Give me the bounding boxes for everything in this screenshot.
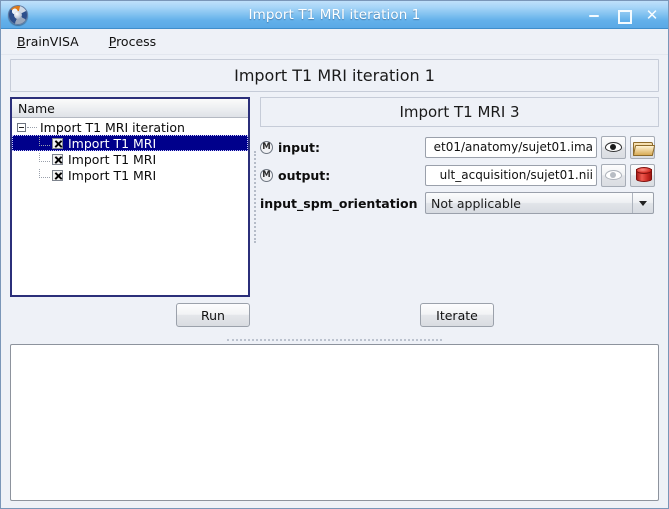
brainvisa-logo-icon [8, 4, 28, 25]
collapse-minus-icon[interactable] [17, 122, 26, 132]
horizontal-splitter[interactable] [1, 335, 668, 344]
tree-connector [27, 126, 37, 128]
parameter-row-orientation: input_spm_orientation Not applicable [260, 192, 659, 214]
minimize-icon[interactable] [587, 8, 601, 22]
checkbox-icon[interactable] [52, 169, 63, 181]
tree-column-header-name: Name [12, 99, 248, 118]
main-split-area: Name Import T1 MRI iteration Import T1 M… [1, 97, 668, 297]
splitter-grip [254, 151, 256, 243]
vertical-splitter[interactable] [250, 97, 260, 297]
view-input-button[interactable] [601, 135, 626, 159]
iteration-tree[interactable]: Name Import T1 MRI iteration Import T1 M… [10, 97, 250, 297]
orientation-select[interactable]: Not applicable [425, 192, 654, 214]
tree-item-label: Import T1 MRI [68, 135, 157, 151]
tree-connector [39, 152, 50, 162]
tree-row[interactable]: Import T1 MRI [12, 167, 248, 183]
output-field-value: ult_acquisition/sujet01.nii [439, 168, 593, 182]
window-title: Import T1 MRI iteration 1 [248, 6, 421, 23]
dropdown-button[interactable] [632, 193, 653, 213]
parameter-rows: M input: et01/anatomy/sujet01.ima M outp… [260, 127, 659, 214]
tree-root-label: Import T1 MRI iteration [40, 119, 185, 135]
maximize-icon[interactable] [616, 8, 632, 24]
application-window: Import T1 MRI iteration 1 ✕ BrainVISA Pr… [0, 0, 669, 509]
iterate-button[interactable]: Iterate [420, 303, 494, 327]
menu-label-process: rocess [116, 34, 157, 49]
checkbox-icon[interactable] [52, 137, 63, 149]
parameter-label-orientation: input_spm_orientation [260, 195, 418, 211]
header-banner: Import T1 MRI iteration 1 [10, 59, 659, 92]
tree-item-label: Import T1 MRI [68, 167, 157, 183]
log-panel[interactable] [10, 344, 659, 501]
output-field[interactable]: ult_acquisition/sujet01.nii [425, 164, 597, 186]
checkbox-icon[interactable] [52, 153, 63, 165]
mandatory-icon: M [260, 168, 273, 182]
label-text-input: input: [278, 139, 321, 155]
parameters-panel: Import T1 MRI 3 M input: et01/anatomy/su… [260, 97, 659, 297]
view-output-button[interactable] [601, 163, 626, 187]
parameter-row-input: M input: et01/anatomy/sujet01.ima [260, 135, 659, 159]
tree-row[interactable]: Import T1 MRI [12, 151, 248, 167]
chevron-down-icon [639, 200, 647, 206]
tree-row[interactable]: Import T1 MRI [12, 135, 248, 151]
tree-item-label: Import T1 MRI [68, 151, 157, 167]
browse-input-button[interactable] [630, 135, 655, 159]
tree-connector [39, 136, 50, 146]
eye-icon [605, 142, 622, 152]
title-bar: Import T1 MRI iteration 1 ✕ [1, 1, 668, 29]
menu-item-process[interactable]: Process [107, 32, 158, 51]
label-text-output: output: [278, 167, 331, 183]
window-controls: ✕ [587, 7, 668, 24]
parameter-row-output: M output: ult_acquisition/sujet01.nii [260, 163, 659, 187]
tree-connector [39, 168, 50, 178]
close-icon[interactable]: ✕ [645, 7, 659, 22]
menu-label-brainvisa: rainVISA [25, 34, 79, 49]
tree-body: Import T1 MRI iteration Import T1 MRI Im… [12, 118, 248, 295]
process-title: Import T1 MRI 3 [260, 97, 659, 127]
orientation-selected-value: Not applicable [431, 195, 521, 211]
input-field-value: et01/anatomy/sujet01.ima [433, 140, 593, 154]
input-field[interactable]: et01/anatomy/sujet01.ima [425, 136, 597, 158]
action-buttons: Run Iterate [1, 297, 668, 335]
menu-mnemonic-process: P [108, 34, 117, 49]
database-icon [635, 167, 652, 183]
tree-row-root[interactable]: Import T1 MRI iteration [12, 119, 248, 135]
page-title: Import T1 MRI iteration 1 [234, 66, 435, 85]
menu-mnemonic-brainvisa: B [17, 34, 26, 49]
database-output-button[interactable] [630, 163, 655, 187]
menu-bar: BrainVISA Process [1, 29, 668, 55]
parameter-label-input: M input: [260, 140, 425, 155]
log-area [1, 344, 668, 508]
splitter-grip [227, 338, 442, 341]
parameter-label-output: M output: [260, 168, 425, 183]
run-button[interactable]: Run [176, 303, 250, 327]
menu-item-brainvisa[interactable]: BrainVISA [15, 32, 81, 51]
folder-icon [633, 140, 653, 156]
mandatory-icon: M [260, 140, 273, 154]
eye-icon [605, 170, 622, 180]
